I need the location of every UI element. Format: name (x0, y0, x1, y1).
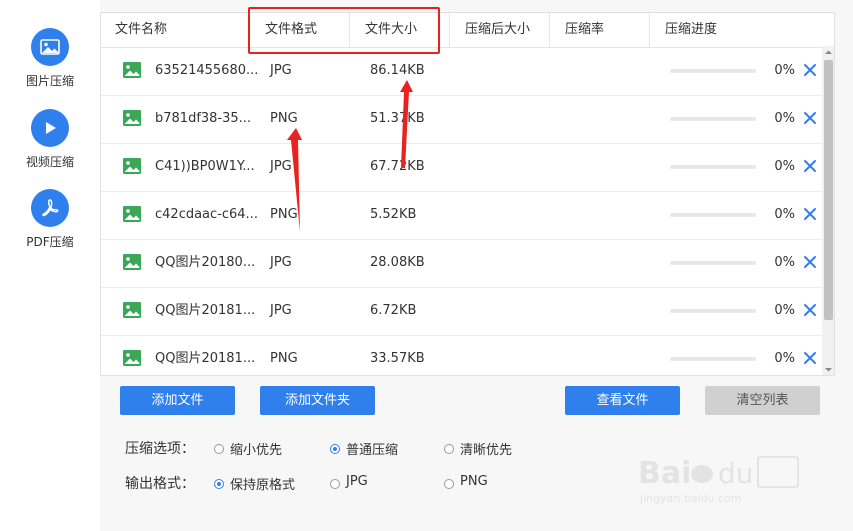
svg-text:jingyan.baidu.com: jingyan.baidu.com (639, 492, 742, 505)
annotation-arrow-icon (400, 80, 413, 168)
baidu-watermark-icon: Bai du jingyan.baidu.com (638, 456, 799, 505)
annotation-arrow-icon (287, 128, 302, 232)
svg-text:Bai: Bai (638, 456, 691, 491)
svg-text:du: du (718, 457, 754, 490)
